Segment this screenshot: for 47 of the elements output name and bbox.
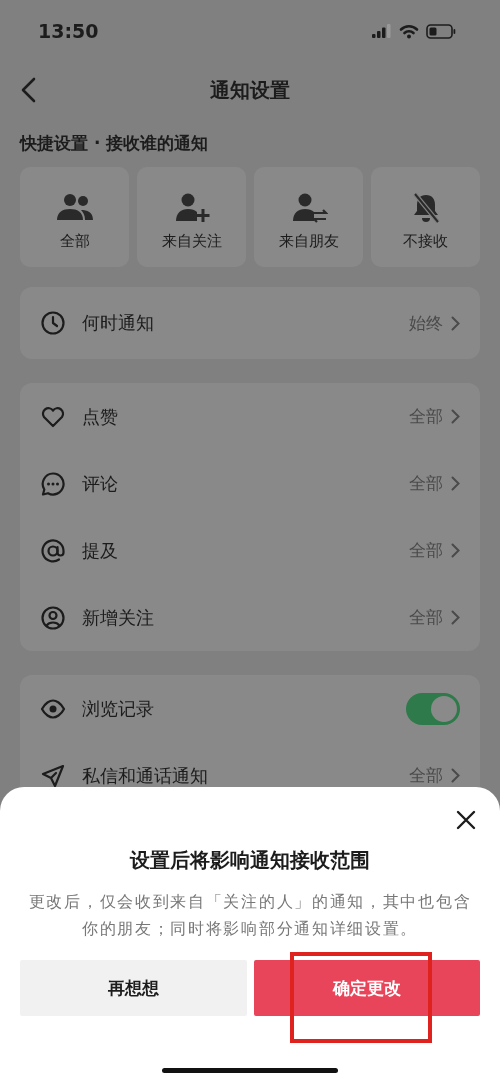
signal-icon	[372, 24, 392, 38]
chevron-icon	[451, 409, 460, 424]
at-sign-icon	[40, 537, 66, 564]
battery-icon	[426, 23, 456, 39]
clock-icon	[40, 310, 66, 336]
confirm-button[interactable]: 确定更改	[253, 960, 480, 1016]
sheet-title: 设置后将影响通知接收范围	[130, 847, 370, 874]
setting-value: 全部	[409, 539, 443, 562]
setting-label: 浏览记录	[82, 696, 155, 721]
chevron-icon	[451, 315, 460, 331]
settings-row[interactable]: 浏览记录	[20, 675, 480, 742]
page-title: 通知设置	[210, 76, 290, 104]
audience-option[interactable]: 全部	[20, 167, 129, 267]
setting-label: 何时通知	[82, 311, 155, 335]
user-circle-icon	[40, 604, 66, 631]
setting-value: 全部	[409, 472, 443, 495]
section-label: 快捷设置 · 接收谁的通知	[20, 132, 210, 155]
chevron-icon	[451, 610, 460, 625]
sheet-message: 更改后，仅会收到来自「关注的人」的通知，其中也包含你的朋友；同时将影响部分通知详细设置。	[27, 891, 473, 940]
setting-value: 全部	[409, 405, 443, 428]
settings-row[interactable]: 新增关注 全部	[20, 584, 480, 651]
chat-bubble-icon	[40, 470, 66, 497]
settings-row[interactable]: 私信和通话通知 全部	[20, 742, 480, 809]
chevron-icon	[451, 543, 460, 558]
chevron-icon	[451, 476, 460, 491]
cancel-button[interactable]: 再想想	[20, 960, 247, 1016]
close-button[interactable]	[455, 809, 477, 831]
setting-label: 点赞	[82, 404, 119, 429]
status-time: 13:50	[38, 20, 99, 42]
settings-row[interactable]: 点赞 全部	[20, 383, 480, 450]
setting-label: 提及	[82, 538, 119, 563]
setting-value: 全部	[409, 764, 443, 787]
setting-value: 全部	[409, 606, 443, 629]
setting-label: 私信和通话通知	[82, 763, 209, 788]
settings-row[interactable]: 提及 全部	[20, 517, 480, 584]
paper-plane-icon	[40, 762, 66, 789]
setting-label: 新增关注	[82, 605, 155, 630]
settings-row[interactable]: 评论 全部	[20, 450, 480, 517]
audience-option[interactable]: 不接收	[371, 167, 480, 267]
audience-option[interactable]: 来自朋友	[254, 167, 363, 267]
toggle-switch[interactable]	[406, 692, 460, 725]
settings-row[interactable]: 何时通知 始终	[20, 287, 480, 359]
setting-label: 评论	[82, 471, 119, 496]
audience-option[interactable]: 来自关注	[137, 167, 246, 267]
wifi-icon	[399, 23, 419, 39]
setting-value: 始终	[409, 311, 443, 335]
chevron-icon	[451, 768, 460, 783]
